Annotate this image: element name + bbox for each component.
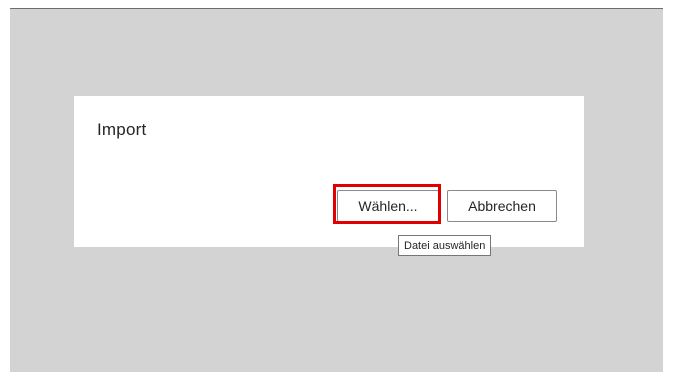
cancel-button[interactable]: Abbrechen [447, 190, 557, 222]
import-dialog: Import Wählen... Abbrechen [74, 96, 584, 247]
dialog-title: Import [97, 120, 147, 139]
choose-file-button[interactable]: Wählen... [337, 190, 439, 222]
tooltip: Datei auswählen [398, 235, 492, 256]
tooltip-text: Datei auswählen [404, 239, 486, 252]
